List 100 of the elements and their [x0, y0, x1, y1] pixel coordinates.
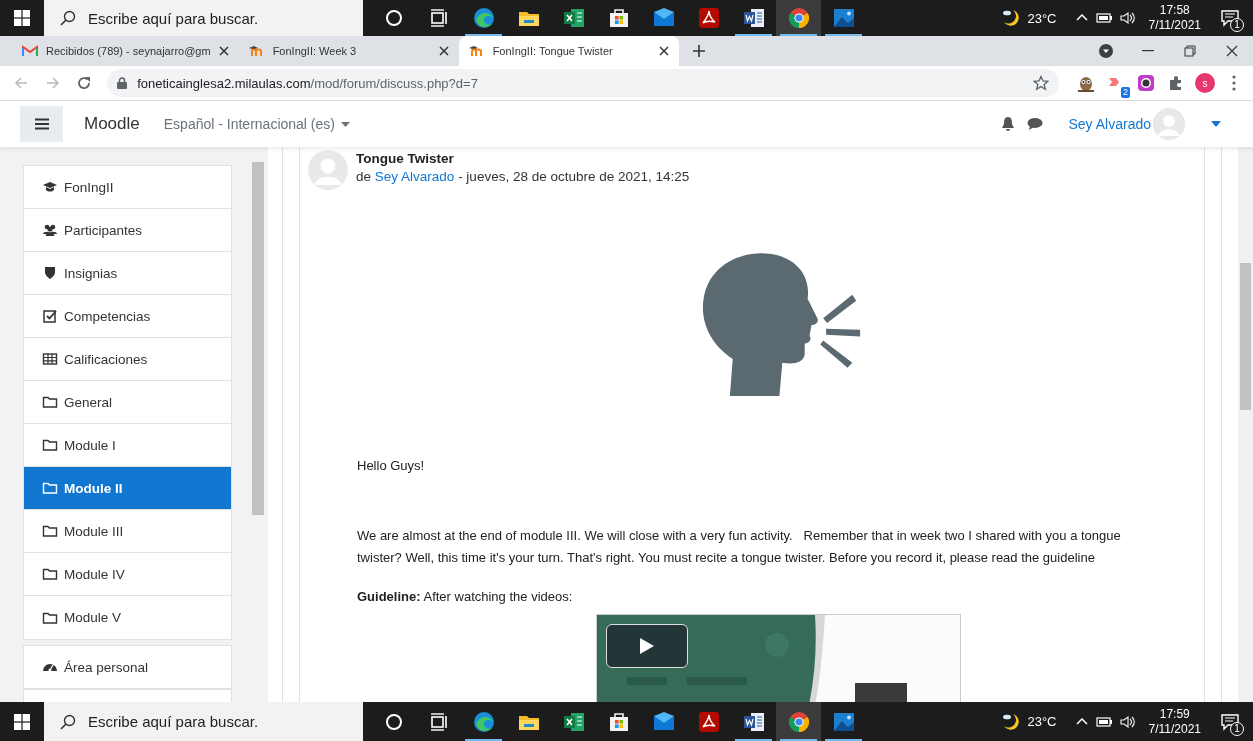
battery-icon[interactable] [1094, 11, 1113, 25]
menu-button[interactable] [20, 106, 63, 142]
close-icon[interactable] [658, 46, 669, 56]
taskbar-button[interactable] [776, 702, 821, 741]
caret-icon [340, 121, 350, 127]
search-icon [60, 713, 76, 730]
arrow-left-icon [12, 75, 29, 91]
folder-icon [42, 394, 58, 410]
reload-icon [76, 75, 93, 91]
ring-icon [1137, 74, 1155, 92]
browser-icon [471, 709, 496, 734]
language-menu[interactable]: Español - Internacional (es) [163, 116, 350, 132]
windows-icon [14, 713, 30, 730]
message-icon [1220, 9, 1240, 27]
volume-icon[interactable] [1118, 714, 1137, 729]
star-icon[interactable] [1033, 75, 1049, 91]
temperature[interactable]: 23°C [1027, 714, 1057, 729]
clock-time[interactable]: 17:58 [1159, 3, 1190, 18]
plus-icon [692, 45, 705, 57]
clock-date[interactable]: 7/11/2021 [1148, 721, 1201, 737]
sidebar-item[interactable]: Module V [24, 596, 231, 639]
minimize-icon [1142, 50, 1154, 52]
clock-time[interactable]: 17:59 [1159, 706, 1190, 722]
moon-icon[interactable] [1001, 8, 1022, 28]
dropdown-circle-icon [1098, 43, 1114, 59]
post-title: Tongue Twister [356, 151, 455, 166]
browser-icon [471, 6, 496, 30]
pdf-icon [696, 709, 721, 734]
browser-tab[interactable]: Recibidos (789) - seynajarro@gm [12, 36, 239, 66]
post-byline: de Sey Alvarado - jueves, 28 de octubre de 2021, 14:25 [356, 169, 690, 184]
mail-icon [22, 45, 38, 57]
play-icon [639, 637, 655, 655]
taskbar-button[interactable] [776, 0, 821, 36]
profile-button[interactable]: s [1195, 73, 1215, 93]
more-icon [1232, 75, 1236, 91]
sidebar-item[interactable]: Calificaciones [24, 338, 231, 381]
avatar-icon [308, 150, 348, 190]
menu-icon [34, 118, 49, 130]
graduation-cap-icon [248, 45, 265, 57]
lock-icon [117, 77, 128, 89]
folder-icon [42, 523, 58, 539]
close-icon [1226, 45, 1238, 57]
sidebar-item[interactable]: Competencias [24, 295, 231, 338]
sidebar-item[interactable]: Module III [24, 510, 231, 553]
close-icon[interactable] [218, 46, 229, 56]
post-text: We are almost at the end of module III. We will close with a very fun activity. Remember that in week two I shared with you a tongue twister? Well, this time it's your turn. That's right. You must recite a tongue twister. Before you record it, please read the guideline [357, 527, 1122, 567]
browser-tab[interactable]: FonIngII: Week 3 [238, 36, 459, 66]
sidebar-item[interactable]: Module IV [24, 553, 231, 596]
search-icon [60, 10, 76, 26]
greeting-text: Hello Guys! [357, 457, 426, 475]
author-link[interactable]: Sey Alvarado [374, 169, 455, 184]
sidebar-item[interactable]: FonIngII [24, 166, 231, 209]
site-name[interactable]: Moodle [84, 114, 140, 134]
guideline-text: Guideline: After watching the videos: [357, 588, 574, 606]
user-name-link[interactable]: Sey Alvarado [1068, 116, 1151, 132]
document-icon [741, 6, 766, 30]
restore-icon [1184, 45, 1196, 57]
sidebar-item[interactable]: Insignias [24, 252, 231, 295]
close-icon[interactable] [438, 46, 449, 56]
folder-icon [42, 566, 58, 582]
notification-count: 1 [1230, 18, 1244, 32]
volume-icon[interactable] [1118, 11, 1137, 25]
browser-icon [786, 6, 811, 30]
play-button[interactable] [606, 624, 688, 668]
notification-button[interactable]: 1 [1213, 706, 1247, 737]
message-icon [1220, 712, 1240, 731]
spreadsheet-icon [561, 6, 586, 30]
folder-icon [42, 480, 58, 496]
extension-badge: 2 [1121, 87, 1130, 98]
chat-icon[interactable] [1026, 117, 1043, 131]
sidebar-item[interactable]: Module II [24, 467, 231, 510]
sidebar-item[interactable]: Participantes [24, 209, 231, 252]
pdf-icon [696, 6, 721, 30]
notification-count: 1 [1230, 721, 1244, 736]
search-field[interactable]: Escribe aquí para buscar. [44, 702, 363, 741]
owl-icon [1077, 74, 1095, 92]
notification-button[interactable]: 1 [1213, 3, 1247, 33]
extension-button[interactable] [1135, 72, 1157, 94]
moon-icon[interactable] [1001, 711, 1022, 732]
browser-icon [786, 709, 811, 734]
arrow-right-icon [44, 75, 61, 91]
folder-icon [42, 437, 58, 453]
url-text[interactable]: foneticainglesa2.milaulas.com/mod/forum/discuss.php?d=7 [137, 75, 1023, 91]
browser-tab[interactable]: FonIngII: Tongue Twister [458, 36, 679, 66]
sidebar-item[interactable]: General [24, 381, 231, 424]
shield-icon [42, 265, 58, 281]
graduation-cap-icon [468, 45, 485, 57]
windows-icon [14, 10, 30, 26]
temperature[interactable]: 23°C [1027, 10, 1057, 26]
caret-icon[interactable] [1211, 121, 1221, 127]
search-field[interactable]: Escribe aquí para buscar. [44, 0, 363, 36]
bell-icon[interactable] [1000, 116, 1015, 132]
battery-icon[interactable] [1094, 714, 1113, 729]
photo-icon [831, 6, 856, 30]
address-bar[interactable]: foneticainglesa2.milaulas.com/mod/forum/discuss.php?d=7 [107, 69, 1059, 97]
table-icon [42, 351, 58, 367]
scrollbar[interactable] [1238, 147, 1253, 702]
puzzle-icon [1168, 75, 1184, 91]
checkbox-icon [42, 308, 58, 324]
clock-date[interactable]: 7/11/2021 [1148, 18, 1201, 33]
